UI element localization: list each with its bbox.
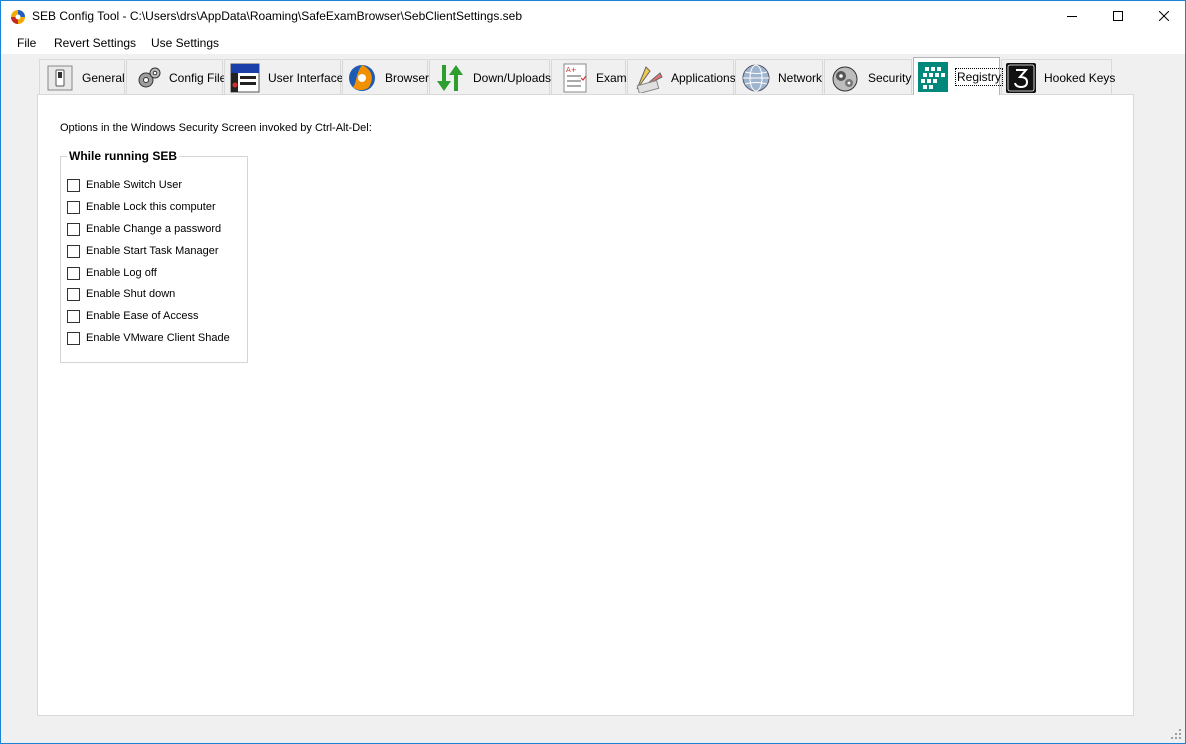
tab-exam[interactable]: A+ Exam <box>551 59 627 95</box>
option-enable-shut-down[interactable]: Enable Shut down <box>67 286 175 302</box>
menu-bar: File Revert Settings Use Settings <box>1 32 1185 54</box>
browser-globe-icon <box>349 65 375 91</box>
option-label: Enable Log off <box>86 267 157 279</box>
switch-icon <box>47 65 73 91</box>
option-enable-change-password[interactable]: Enable Change a password <box>67 221 221 237</box>
tab-applications[interactable]: Applications <box>627 59 736 95</box>
tab-general[interactable]: General <box>39 59 125 95</box>
close-icon <box>1159 11 1169 21</box>
enable-lock-computer-checkbox[interactable] <box>67 200 80 214</box>
tab-network[interactable]: Network <box>735 59 823 95</box>
close-button[interactable] <box>1141 1 1186 31</box>
tab-browser[interactable]: Browser <box>342 59 430 95</box>
option-enable-lock-computer[interactable]: Enable Lock this computer <box>67 199 216 215</box>
maximize-button[interactable] <box>1095 1 1141 31</box>
resize-grip-icon[interactable] <box>1169 727 1183 741</box>
option-enable-ease-of-access[interactable]: Enable Ease of Access <box>67 308 199 324</box>
security-gears-icon <box>832 66 858 92</box>
down-up-arrows-icon <box>437 65 463 91</box>
registry-grid-icon <box>918 62 948 92</box>
menu-revert-settings[interactable]: Revert Settings <box>54 36 136 50</box>
option-label: Enable VMware Client Shade <box>86 332 230 344</box>
registry-intro-text: Options in the Windows Security Screen i… <box>60 122 372 134</box>
option-label: Enable Switch User <box>86 179 182 191</box>
seb-config-window: SEB Config Tool - C:\Users\drs\AppData\R… <box>0 0 1186 744</box>
tab-user-interface-label: User Interface <box>268 71 344 85</box>
tab-hooked-keys-label: Hooked Keys <box>1044 71 1116 85</box>
tab-config-file-label: Config File <box>169 71 227 85</box>
enable-start-task-manager-checkbox[interactable] <box>67 244 80 258</box>
tab-applications-label: Applications <box>671 71 736 85</box>
option-label: Enable Lock this computer <box>86 201 216 213</box>
svg-text:A+: A+ <box>566 66 577 74</box>
enable-log-off-checkbox[interactable] <box>67 266 80 280</box>
tab-network-label: Network <box>778 71 823 85</box>
minimize-button[interactable] <box>1049 1 1095 31</box>
tab-config-file[interactable]: Config File <box>126 59 227 95</box>
hooked-key-icon <box>1006 63 1036 93</box>
title-bar[interactable]: SEB Config Tool - C:\Users\drs\AppData\R… <box>1 1 1185 32</box>
maximize-icon <box>1113 11 1123 21</box>
tab-browser-label: Browser <box>385 71 430 85</box>
tab-exam-label: Exam <box>596 71 627 85</box>
tab-general-label: General <box>82 71 125 85</box>
tab-user-interface[interactable]: User Interface <box>224 59 344 95</box>
option-label: Enable Change a password <box>86 223 222 235</box>
group-title: While running SEB <box>67 149 179 163</box>
network-globe-icon <box>742 64 770 92</box>
enable-ease-of-access-checkbox[interactable] <box>67 309 80 323</box>
menu-file[interactable]: File <box>17 36 36 50</box>
minimize-icon <box>1067 16 1077 17</box>
option-label: Enable Start Task Manager <box>86 245 219 257</box>
seb-app-icon[interactable] <box>10 9 26 25</box>
gears-icon <box>138 67 161 88</box>
tab-registry[interactable]: Registry <box>913 57 1004 95</box>
enable-shut-down-checkbox[interactable] <box>67 287 80 301</box>
applications-icon <box>636 66 663 93</box>
tab-registry-label: Registry <box>954 68 1004 86</box>
option-label: Enable Ease of Access <box>86 310 199 322</box>
tab-down-uploads-label: Down/Uploads <box>473 71 552 85</box>
tab-down-uploads[interactable]: Down/Uploads <box>429 59 552 95</box>
menu-use-settings[interactable]: Use Settings <box>151 36 219 50</box>
option-enable-vmware-client-shade[interactable]: Enable VMware Client Shade <box>67 330 230 346</box>
window-title: SEB Config Tool - C:\Users\drs\AppData\R… <box>32 9 523 23</box>
enable-change-password-checkbox[interactable] <box>67 222 80 236</box>
enable-switch-user-checkbox[interactable] <box>67 178 80 192</box>
option-label: Enable Shut down <box>86 288 176 300</box>
window-menu-icon <box>230 63 260 93</box>
option-enable-switch-user[interactable]: Enable Switch User <box>67 177 182 193</box>
tab-security-label: Security <box>868 71 912 85</box>
tab-security[interactable]: Security <box>824 59 912 95</box>
option-enable-log-off[interactable]: Enable Log off <box>67 265 157 281</box>
enable-vmware-client-shade-checkbox[interactable] <box>67 331 80 345</box>
exam-sheet-icon: A+ <box>563 63 587 93</box>
option-enable-start-task-manager[interactable]: Enable Start Task Manager <box>67 243 218 259</box>
tab-hooked-keys[interactable]: Hooked Keys <box>1001 59 1116 95</box>
